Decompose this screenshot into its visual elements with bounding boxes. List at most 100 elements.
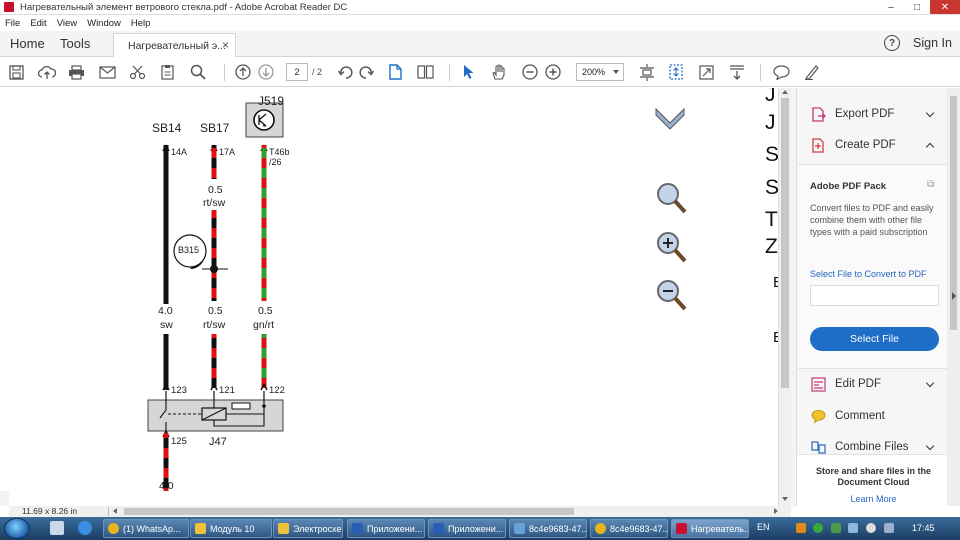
close-window-button[interactable]: ✕ <box>930 0 960 14</box>
next-page-icon[interactable] <box>258 64 274 80</box>
minimize-button[interactable]: – <box>878 0 904 14</box>
taskbar-item-acrobat[interactable]: Нагреватель... <box>671 519 749 538</box>
single-page-view-icon[interactable] <box>389 64 402 80</box>
tray-app-icon[interactable] <box>796 523 806 533</box>
image-icon <box>514 523 525 534</box>
menu-help[interactable]: Help <box>131 18 151 29</box>
internet-explorer-icon[interactable] <box>78 521 92 535</box>
chrome-icon <box>595 523 606 534</box>
acrobat-app-icon <box>4 2 14 12</box>
comment-icon[interactable] <box>773 64 790 80</box>
edit-pdf-item[interactable]: Edit PDF <box>811 374 939 394</box>
battery-icon[interactable] <box>884 523 894 533</box>
zoom-out-icon[interactable] <box>522 64 538 80</box>
start-button[interactable] <box>4 518 30 539</box>
tray-app-icon[interactable] <box>831 523 841 533</box>
tools-pane-scrollbar[interactable] <box>947 88 960 506</box>
hand-tool-icon[interactable] <box>491 64 507 80</box>
comment-bubble-icon <box>811 409 826 424</box>
page-number-input[interactable]: 2 <box>286 63 308 81</box>
rotate-counterclockwise-icon[interactable] <box>338 64 354 80</box>
chevron-up-icon <box>925 142 935 152</box>
menu-edit[interactable]: Edit <box>30 18 46 29</box>
volume-icon[interactable] <box>866 523 876 533</box>
menu-view[interactable]: View <box>57 18 77 29</box>
menu-file[interactable]: File <box>5 18 20 29</box>
two-page-view-icon[interactable] <box>417 64 434 80</box>
label-t46b-pin: /26 <box>269 157 282 167</box>
scrolling-mode-icon[interactable] <box>669 64 683 80</box>
label-j519: J519 <box>258 94 285 108</box>
taskbar-item-label: 8c4e9683-47... <box>610 523 668 534</box>
zoom-in-icon[interactable] <box>545 64 561 80</box>
export-pdf-label: Export PDF <box>835 108 895 120</box>
scroll-right-icon[interactable] <box>774 508 778 514</box>
zoom-glass-plus-icon <box>657 232 687 263</box>
label-sb14: SB14 <box>152 121 182 135</box>
page-text-fragment: J <box>765 111 776 134</box>
tab-document[interactable]: Нагревательный э... × <box>113 33 236 57</box>
export-pdf-item[interactable]: Export PDF <box>811 104 939 124</box>
label-pin-121: 121 <box>219 385 235 396</box>
taskbar-item-image-2[interactable]: 8c4e9683-47... <box>590 519 668 538</box>
scroll-left-icon[interactable] <box>113 508 117 514</box>
wire-sb17 <box>190 144 228 301</box>
scissors-icon[interactable] <box>129 64 146 80</box>
menu-window[interactable]: Window <box>87 18 121 29</box>
word-icon <box>352 523 363 534</box>
draw-pen-icon[interactable] <box>804 64 820 80</box>
taskbar-item-prilozhenie-2[interactable]: Приложени... <box>428 519 506 538</box>
selected-file-field[interactable] <box>810 285 939 306</box>
taskbar-item-whatsapp[interactable]: (1) WhatsAp... <box>103 519 189 538</box>
rotate-clockwise-icon[interactable] <box>358 64 374 80</box>
title-bar: Нагревательный элемент ветрового стекла.… <box>0 0 960 15</box>
scroll-down-icon[interactable] <box>782 497 788 501</box>
help-icon[interactable]: ? <box>884 35 900 51</box>
j519-component <box>245 102 284 138</box>
taskbar-item-label: Приложени... <box>448 523 504 534</box>
show-desktop-icon[interactable] <box>50 521 64 535</box>
learn-more-link[interactable]: Learn More <box>807 494 940 504</box>
sign-in-link[interactable]: Sign In <box>913 36 952 50</box>
zoom-level-dropdown[interactable]: 200% <box>576 63 624 81</box>
save-icon[interactable] <box>9 64 24 80</box>
read-mode-icon[interactable] <box>729 64 745 80</box>
pdf-pack-panel: Adobe PDF Pack ⧉ Convert files to PDF an… <box>798 164 947 369</box>
scroll-up-icon[interactable] <box>782 90 788 94</box>
taskbar-item-prilozhenie-1[interactable]: Приложени... <box>347 519 425 538</box>
email-icon[interactable] <box>99 64 116 80</box>
tab-tools[interactable]: Tools <box>60 36 90 51</box>
scroll-thumb[interactable] <box>781 98 789 388</box>
tray-app-icon[interactable] <box>813 523 823 533</box>
taskbar-item-image-1[interactable]: 8c4e9683-47... <box>509 519 587 538</box>
network-icon[interactable] <box>848 523 858 533</box>
document-vertical-scrollbar[interactable] <box>778 88 791 506</box>
maximize-button[interactable]: □ <box>904 0 930 14</box>
fit-page-icon[interactable] <box>639 63 655 81</box>
toolbar-divider <box>760 64 761 81</box>
wire-lower-gnrt <box>261 334 267 388</box>
close-tab-icon[interactable]: × <box>222 38 229 52</box>
taskbar-item-modul[interactable]: Модуль 10 <box>190 519 272 538</box>
collapse-pane-icon[interactable] <box>952 292 956 300</box>
select-cursor-icon[interactable] <box>463 64 475 80</box>
comment-item[interactable]: Comment <box>811 406 939 426</box>
search-icon[interactable] <box>190 64 206 80</box>
tab-home[interactable]: Home <box>10 36 45 51</box>
upload-cloud-icon[interactable] <box>38 64 56 80</box>
create-pdf-item[interactable]: Create PDF <box>811 135 939 155</box>
select-file-button[interactable]: Select File <box>810 327 939 351</box>
taskbar-item-electroskhema[interactable]: Электросхе... <box>273 519 343 538</box>
input-language[interactable]: EN <box>757 522 770 532</box>
previous-page-icon[interactable] <box>235 64 251 80</box>
full-screen-icon[interactable] <box>699 64 714 80</box>
taskbar-item-label: Нагреватель... <box>691 523 749 534</box>
document-viewport[interactable]: SB14 SB17 J519 14A 17A T46b /26 0.5 rt/s… <box>0 88 778 491</box>
clipboard-icon[interactable] <box>160 64 175 80</box>
select-file-link[interactable]: Select File to Convert to PDF <box>810 269 927 279</box>
clock[interactable]: 17:45 <box>912 523 935 533</box>
pack-options-icon[interactable]: ⧉ <box>927 179 934 190</box>
print-icon[interactable] <box>68 64 85 80</box>
horizontal-scroll-thumb[interactable] <box>124 508 574 515</box>
chevron-down-icon <box>613 70 619 74</box>
